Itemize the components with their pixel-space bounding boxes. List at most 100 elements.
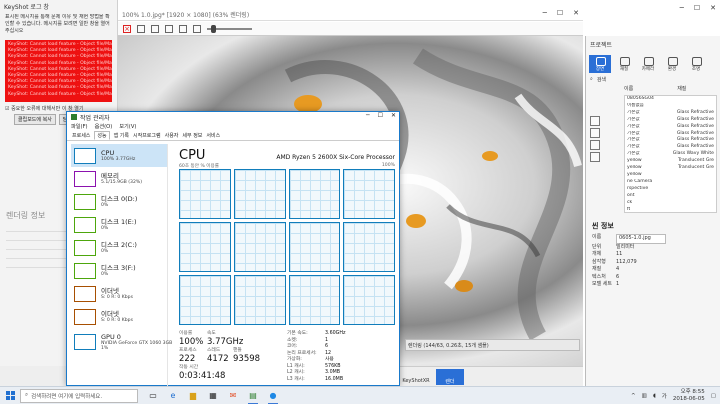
render-button[interactable]: 렌더 — [436, 369, 464, 385]
resource-disk-2[interactable]: 디스크 2(C:) 0% — [71, 236, 167, 259]
tab-scene[interactable]: 장면 — [589, 55, 611, 73]
render-info-rows — [6, 223, 66, 268]
task-view-icon[interactable]: ▭ — [146, 389, 160, 403]
project-panel: 프로젝트 장면 재질 카메라 환경 조명 ⌕ 검색 이름 재질 08056SG0… — [585, 36, 720, 386]
region-icon[interactable] — [179, 24, 187, 33]
render-toolbar: × — [118, 22, 583, 36]
ethernet-mini-graph — [74, 308, 96, 325]
scene-tree-row[interactable]: 이름없음 — [625, 103, 716, 110]
tab-camera[interactable]: 카메라 — [637, 55, 659, 73]
scene-tool-icon[interactable] — [590, 116, 600, 126]
scene-info-row: 재질 4 — [592, 266, 620, 272]
tab-material[interactable]: 재질 — [613, 55, 635, 73]
scene-tree-row[interactable]: yellow — [625, 172, 716, 179]
keyshotxr-button[interactable]: KeyShotXR — [402, 369, 430, 385]
clock[interactable]: 오후 8:55 2018-06-05 — [673, 389, 705, 402]
resource-gpu-0[interactable]: GPU 0 NVIDIA GeForce GTX 1060 3GB 1% — [71, 328, 172, 356]
minimize-icon[interactable]: ─ — [680, 4, 684, 12]
folder-icon[interactable] — [151, 24, 159, 33]
close-icon[interactable]: ✕ — [573, 9, 579, 17]
scene-tool-icon[interactable] — [590, 128, 600, 138]
task-manager-taskbar-icon[interactable]: ▤ — [246, 389, 260, 404]
error-log-box[interactable]: KeyShot: Cannot load feature - Object fi… — [5, 40, 112, 102]
cpu-core-graphs[interactable] — [179, 169, 395, 325]
close-icon[interactable]: ✕ — [710, 4, 716, 12]
cpu-heading: CPU — [179, 148, 206, 163]
render-status-bar: 렌더링 (144/63, 0.26초, 15개 샘플) — [405, 339, 580, 351]
scene-tool-icon[interactable] — [590, 152, 600, 162]
scene-tree-row[interactable]: rspective — [625, 186, 716, 193]
scene-tree-row[interactable]: ont — [625, 193, 716, 200]
minimize-icon[interactable]: ─ — [543, 9, 547, 17]
resource-ethernet-0[interactable]: 이더넷 S: 0 R: 0 Kbps — [71, 282, 167, 305]
menu-file[interactable]: 파일(F) — [71, 123, 88, 130]
error-line: KeyShot: Cannot load feature - Object fi… — [8, 54, 112, 60]
windows-taskbar: ⌕ 검색하려면 여기에 입력하세요. ▭ e ▆ ▦ ✉ ▤ ● ^ ▥ ◖ 가… — [0, 386, 720, 404]
scene-tree-row[interactable]: ne Camera — [625, 179, 716, 186]
resource-disk-3[interactable]: 디스크 3(F:) 0% — [71, 259, 167, 282]
scene-tree-row[interactable]: 기본값 Glass Refractive — [625, 110, 716, 117]
maximize-icon[interactable]: ☐ — [694, 4, 700, 12]
core-graph — [233, 169, 286, 219]
scene-tree-row[interactable]: yellow Translucent Gre — [625, 165, 716, 172]
resource-disk-1[interactable]: 디스크 1(E:) 0% — [71, 213, 167, 236]
cpu-mini-graph — [74, 147, 96, 164]
resource-cpu[interactable]: CPU 100% 3.77GHz — [71, 144, 167, 167]
core-graph — [233, 222, 286, 272]
search-icon: ⌕ — [25, 392, 29, 398]
graph-max-label: 100% — [381, 163, 395, 168]
resource-memory[interactable]: 메모리 5.1/15.9GB (32%) — [71, 167, 167, 190]
scene-search[interactable]: ⌕ 검색 — [586, 75, 720, 84]
network-icon[interactable]: ▥ — [642, 393, 647, 399]
scene-info-row: 개체 11 — [592, 251, 623, 257]
menu-view[interactable]: 보기(V) — [119, 123, 136, 130]
scene-tree-row[interactable]: 기본값 Glass Refractive — [625, 124, 716, 131]
file-explorer-icon[interactable]: ▆ — [186, 389, 200, 403]
menu-options[interactable]: 옵션(O) — [95, 123, 113, 130]
scene-tree-row[interactable]: 08056SG04 — [625, 96, 716, 103]
tab-details[interactable]: 세부 정보 — [182, 132, 202, 139]
tab-users[interactable]: 사용자 — [165, 132, 179, 139]
mail-icon[interactable]: ✉ — [226, 389, 240, 403]
tab-processes[interactable]: 프로세스 — [72, 132, 90, 139]
scene-tree-row[interactable]: 기본값 Glass Refractive — [625, 117, 716, 124]
keyshot-taskbar-icon[interactable]: ● — [266, 389, 280, 404]
zoom-icon[interactable] — [193, 24, 201, 33]
windows-logo-icon — [5, 391, 15, 400]
disk-mini-graph — [74, 193, 96, 210]
tm-menubar: 파일(F) 옵션(O) 보기(V) — [67, 122, 399, 131]
resource-disk-0[interactable]: 디스크 0(D:) 0% — [71, 190, 167, 213]
taskbar-search[interactable]: ⌕ 검색하려면 여기에 입력하세요. — [20, 388, 138, 403]
notification-icon[interactable]: ▢ — [711, 393, 716, 399]
edge-icon[interactable]: e — [166, 389, 180, 403]
minimize-icon[interactable]: ─ — [366, 112, 370, 119]
maximize-icon[interactable]: ☐ — [378, 112, 383, 119]
stop-render-icon[interactable]: × — [123, 24, 131, 33]
tab-lighting[interactable]: 조명 — [685, 55, 707, 73]
start-button[interactable] — [0, 387, 20, 404]
crop-icon[interactable] — [165, 24, 173, 33]
scene-tree-header: 이름 재질 — [624, 86, 687, 92]
save-icon[interactable] — [137, 24, 145, 33]
tab-environment[interactable]: 환경 — [661, 55, 683, 73]
zoom-slider[interactable] — [207, 24, 252, 33]
project-panel-title: 프로젝트 — [590, 42, 613, 49]
tab-startup[interactable]: 시작프로그램 — [133, 132, 161, 139]
tab-app-history[interactable]: 앱 기록 — [114, 132, 129, 139]
close-icon[interactable]: ✕ — [391, 112, 396, 119]
store-icon[interactable]: ▦ — [206, 389, 220, 403]
scene-tree[interactable]: 08056SG04 이름없음 기본값 Glass Refractive 기본값 Glass… — [624, 95, 717, 213]
chevron-up-icon[interactable]: ^ — [631, 393, 636, 399]
core-graph — [288, 275, 341, 325]
scene-tree-row[interactable]: ck — [625, 200, 716, 207]
volume-icon[interactable]: ◖ — [653, 393, 656, 399]
utilization-value: 100% — [179, 337, 204, 347]
scene-tool-icon[interactable] — [590, 140, 600, 150]
tab-performance[interactable]: 성능 — [94, 131, 110, 140]
input-language[interactable]: 가 — [662, 392, 667, 400]
tab-services[interactable]: 서비스 — [206, 132, 220, 139]
copy-clipboard-button[interactable]: 클립보드에 복사 — [14, 114, 56, 125]
maximize-icon[interactable]: ☐ — [557, 9, 563, 17]
task-manager-window: 작업 관리자 ─ ☐ ✕ 파일(F) 옵션(O) 보기(V) 프로세스 성능 앱… — [66, 111, 400, 386]
resource-ethernet-1[interactable]: 이더넷 S: 0 R: 0 Kbps — [71, 305, 167, 328]
